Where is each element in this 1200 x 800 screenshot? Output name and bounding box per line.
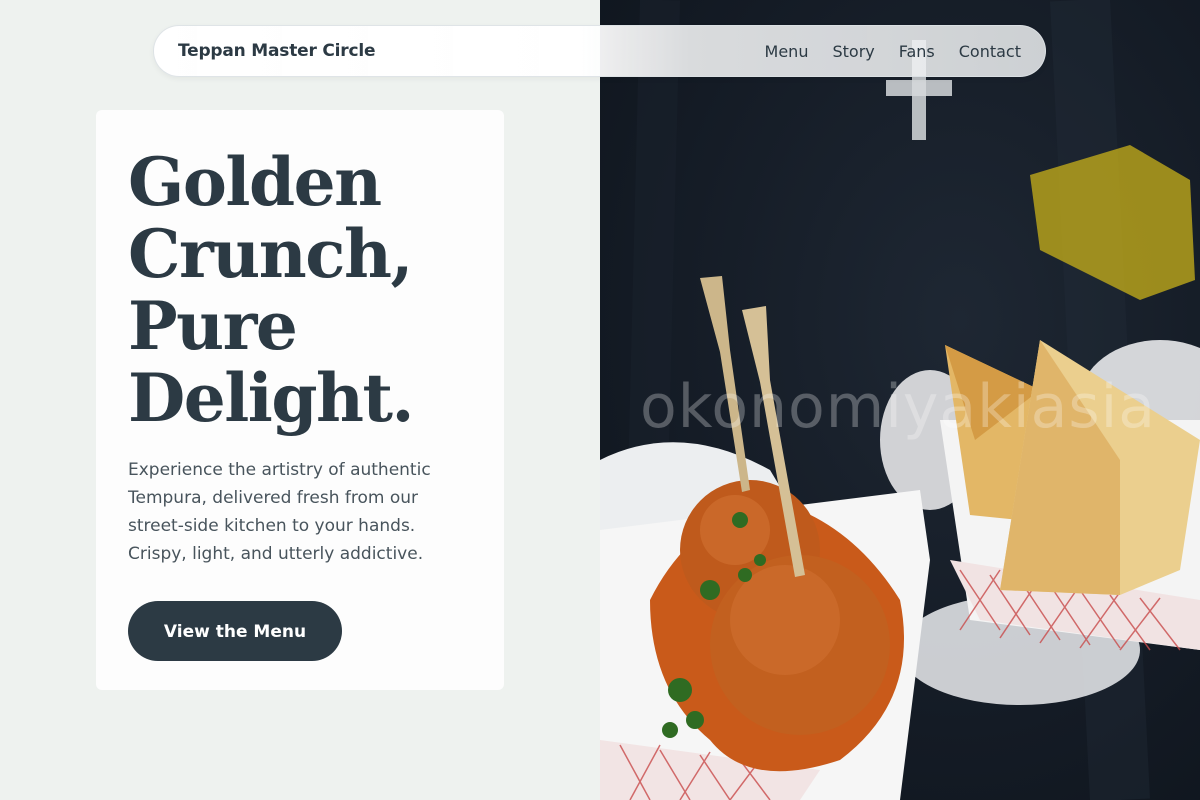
nav-link-contact[interactable]: Contact: [959, 42, 1021, 61]
nav-links: Menu Story Fans Contact: [765, 42, 1021, 61]
nav-link-menu[interactable]: Menu: [765, 42, 809, 61]
view-menu-button[interactable]: View the Menu: [128, 601, 342, 661]
headline-line: Delight.: [128, 359, 414, 437]
hero-description: Experience the artistry of authentic Tem…: [128, 460, 431, 564]
top-navigation: Teppan Master Circle Menu Story Fans Con…: [153, 25, 1046, 77]
headline-line: Golden: [128, 143, 382, 221]
hero-headline: Golden Crunch, Pure Delight.: [128, 146, 472, 434]
nav-link-fans[interactable]: Fans: [899, 42, 935, 61]
headline-line: Crunch,: [128, 215, 413, 293]
food-illustration: [600, 0, 1200, 800]
nav-link-story[interactable]: Story: [832, 42, 874, 61]
headline-line: Pure: [128, 287, 298, 365]
hero-card: Golden Crunch, Pure Delight. Experience …: [96, 110, 504, 690]
hero-photo: [600, 0, 1200, 800]
brand-name[interactable]: Teppan Master Circle: [178, 41, 375, 61]
